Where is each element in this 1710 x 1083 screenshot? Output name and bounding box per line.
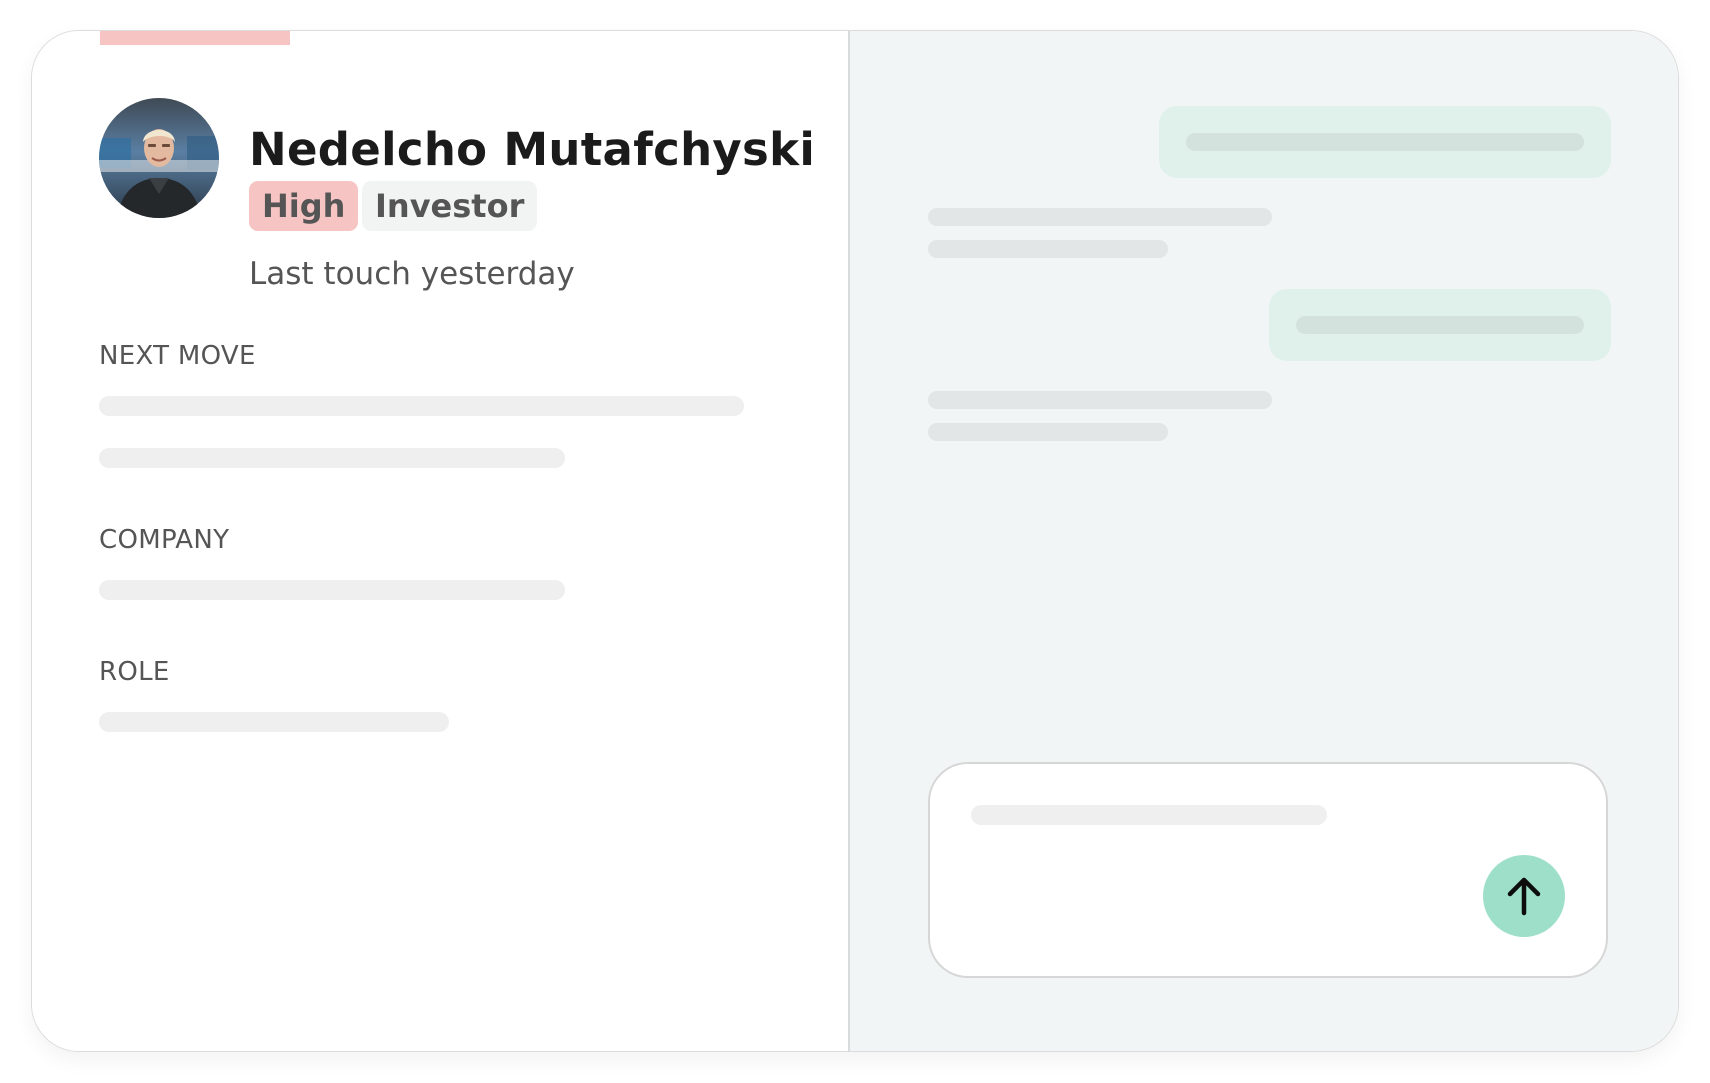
message-placeholder-line	[1186, 133, 1584, 151]
contact-details-pane: Nedelcho Mutafchyski High Investor Last …	[32, 31, 848, 1051]
avatar-photo-icon	[99, 98, 219, 218]
last-touch-status: Last touch yesterday	[249, 256, 575, 292]
outgoing-message-bubble	[1269, 289, 1611, 361]
arrow-up-icon	[1507, 877, 1541, 916]
next-move-label: NEXT MOVE	[99, 341, 256, 371]
incoming-message-line	[928, 423, 1168, 441]
next-move-placeholder-line	[99, 396, 744, 416]
contact-card: Nedelcho Mutafchyski High Investor Last …	[31, 30, 1679, 1052]
priority-accent-bar	[100, 31, 290, 45]
role-placeholder-line	[99, 712, 449, 732]
composer-placeholder-line	[971, 805, 1327, 825]
company-placeholder-line	[99, 580, 565, 600]
send-button[interactable]	[1483, 855, 1565, 937]
incoming-message-line	[928, 391, 1272, 409]
priority-badge: High	[249, 181, 359, 231]
incoming-message-line	[928, 240, 1168, 258]
message-placeholder-line	[1296, 316, 1584, 334]
role-label: ROLE	[99, 657, 170, 687]
next-move-placeholder-line	[99, 448, 565, 468]
contact-name: Nedelcho Mutafchyski	[249, 123, 816, 176]
contact-type-badge: Investor	[362, 181, 538, 231]
company-label: COMPANY	[99, 525, 230, 555]
chat-pane	[850, 31, 1678, 1051]
outgoing-message-bubble	[1159, 106, 1611, 178]
incoming-message-line	[928, 208, 1272, 226]
avatar	[99, 98, 219, 218]
message-composer[interactable]	[928, 762, 1608, 978]
